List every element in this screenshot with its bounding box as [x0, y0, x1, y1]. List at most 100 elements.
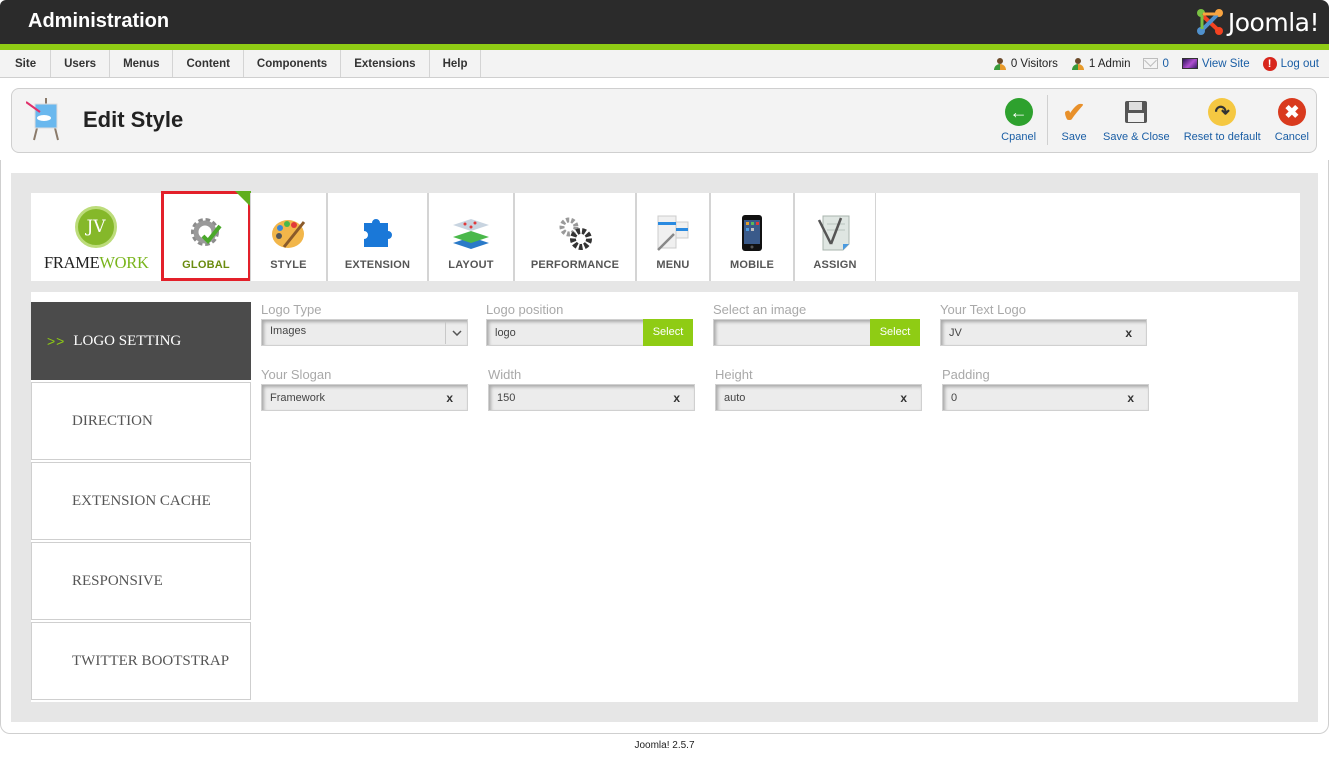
- visitors-count: 0 Visitors: [1010, 57, 1058, 70]
- clear-icon[interactable]: x: [673, 391, 680, 405]
- admin-menubar: Site Users Menus Content Components Exte…: [0, 50, 1329, 78]
- reset-arrow-icon: ↷: [1208, 98, 1237, 126]
- framework-tabs: JV FRAMEWORK GLOBAL STYLE EXTENSION LAYO…: [31, 191, 1300, 281]
- height-field: Height auto x: [715, 367, 922, 411]
- slogan-label: Your Slogan: [261, 367, 332, 382]
- cancel-x-icon: ✖: [1277, 98, 1306, 126]
- padding-input[interactable]: 0 x: [942, 384, 1149, 411]
- select-image-input[interactable]: Select: [713, 319, 920, 346]
- page-toolbar: Edit Style ← Cpanel ✔ Save Save & Close …: [11, 88, 1317, 153]
- padding-label: Padding: [942, 367, 990, 382]
- width-label: Width: [488, 367, 522, 382]
- padding-field: Padding 0 x: [942, 367, 1149, 411]
- clear-icon[interactable]: x: [900, 391, 907, 405]
- checkmark-icon: ✔: [1062, 96, 1086, 128]
- height-value: auto: [724, 392, 746, 404]
- joomla-logo[interactable]: Joomla!: [1195, 6, 1320, 38]
- jv-badge: JV: [75, 206, 117, 248]
- menu-content[interactable]: Content: [173, 50, 244, 77]
- admin-header: Administration Joomla!: [0, 0, 1329, 44]
- width-field: Width 150 x: [488, 367, 695, 411]
- logo-position-label: Logo position: [486, 302, 564, 317]
- visitors-status: 0 Visitors: [993, 57, 1058, 70]
- tab-menu-label: MENU: [656, 259, 690, 271]
- tab-menu[interactable]: MENU: [636, 193, 710, 281]
- logo-position-input[interactable]: logo Select: [486, 319, 693, 346]
- height-input[interactable]: auto x: [715, 384, 922, 411]
- width-input[interactable]: 150 x: [488, 384, 695, 411]
- admins-count: 1 Admin: [1088, 57, 1131, 70]
- menu-extensions[interactable]: Extensions: [341, 50, 430, 77]
- clear-icon[interactable]: x: [1127, 391, 1134, 405]
- nav-logo-setting[interactable]: >> LOGO SETTING: [31, 302, 251, 380]
- text-logo-input[interactable]: JV x: [940, 319, 1147, 346]
- tab-performance-label: PERFORMANCE: [530, 259, 620, 271]
- reset-default-label: Reset to default: [1183, 131, 1261, 143]
- tab-mobile[interactable]: MOBILE: [710, 193, 794, 281]
- visitors-icon: [993, 57, 1007, 70]
- logo-type-select[interactable]: Images: [261, 319, 468, 346]
- menu-help[interactable]: Help: [430, 50, 482, 77]
- tab-performance[interactable]: PERFORMANCE: [514, 193, 636, 281]
- nav-twitter-bootstrap[interactable]: TWITTER BOOTSTRAP: [31, 622, 251, 700]
- messages-link[interactable]: 0: [1143, 57, 1169, 70]
- tab-extension[interactable]: EXTENSION: [327, 193, 428, 281]
- logo-type-label: Logo Type: [261, 302, 322, 317]
- logo-type-field: Logo Type Images: [261, 302, 468, 346]
- logo-type-value: Images: [270, 325, 307, 337]
- reset-default-button[interactable]: ↷ Reset to default: [1177, 89, 1268, 152]
- settings-panel: >> LOGO SETTING DIRECTION EXTENSION CACH…: [31, 292, 1298, 702]
- slogan-input[interactable]: Framework x: [261, 384, 468, 411]
- active-corner-icon: [235, 191, 251, 207]
- menu-site[interactable]: Site: [0, 50, 52, 77]
- joomla-wordmark: Joomla!: [1227, 7, 1320, 37]
- padding-value: 0: [951, 392, 958, 404]
- tab-mobile-label: MOBILE: [730, 259, 774, 271]
- tab-extension-label: EXTENSION: [344, 259, 411, 271]
- save-close-button[interactable]: Save & Close: [1096, 89, 1177, 152]
- cancel-button[interactable]: ✖ Cancel: [1268, 89, 1316, 152]
- nav-logo-setting-label: LOGO SETTING: [73, 332, 182, 349]
- tab-global[interactable]: GLOBAL: [161, 191, 251, 281]
- nav-responsive[interactable]: RESPONSIVE: [31, 542, 251, 620]
- palette-icon: [271, 220, 305, 248]
- toolbar-buttons: ← Cpanel ✔ Save Save & Close ↷ Reset to …: [994, 89, 1316, 152]
- view-site-link[interactable]: View Site: [1181, 57, 1250, 70]
- cpanel-button[interactable]: ← Cpanel: [994, 89, 1043, 152]
- text-logo-value: JV: [949, 327, 962, 339]
- select-image-label: Select an image: [713, 302, 807, 317]
- menu-users[interactable]: Users: [51, 50, 111, 77]
- menu-menus[interactable]: Menus: [110, 50, 174, 77]
- toolbar-separator: [1047, 95, 1049, 145]
- cpanel-label: Cpanel: [1001, 131, 1037, 143]
- view-site-label: View Site: [1201, 57, 1250, 70]
- save-button[interactable]: ✔ Save: [1052, 89, 1096, 152]
- logout-icon: !: [1262, 56, 1277, 71]
- tab-style[interactable]: STYLE: [250, 193, 327, 281]
- nav-twitter-bootstrap-label: TWITTER BOOTSTRAP: [72, 652, 230, 669]
- settings-sidenav: >> LOGO SETTING DIRECTION EXTENSION CACH…: [31, 302, 251, 702]
- slogan-field: Your Slogan Framework x: [261, 367, 468, 411]
- logout-link[interactable]: ! Log out: [1262, 56, 1319, 71]
- nav-extension-cache[interactable]: EXTENSION CACHE: [31, 462, 251, 540]
- tab-assign[interactable]: ASSIGN: [794, 193, 876, 281]
- phone-icon: [742, 215, 762, 251]
- view-site-icon: [1181, 58, 1198, 69]
- tab-layout[interactable]: LAYOUT: [428, 193, 514, 281]
- text-logo-label: Your Text Logo: [940, 302, 1027, 317]
- logo-position-select-button[interactable]: Select: [643, 319, 693, 346]
- chevron-down-icon[interactable]: [445, 322, 467, 344]
- menu-components[interactable]: Components: [244, 50, 342, 77]
- logout-label: Log out: [1280, 57, 1319, 70]
- floppy-disk-icon: [1125, 101, 1148, 123]
- status-bar: 0 Visitors 1 Admin 0 View Site ! Log out: [993, 50, 1319, 77]
- menu-edit-icon: [657, 215, 689, 251]
- clear-icon[interactable]: x: [1125, 326, 1132, 340]
- save-label: Save: [1061, 131, 1087, 143]
- clear-icon[interactable]: x: [446, 391, 453, 405]
- jv-framework-logo: JV FRAMEWORK: [31, 193, 161, 281]
- gears-icon: [559, 217, 592, 250]
- nav-direction[interactable]: DIRECTION: [31, 382, 251, 460]
- select-image-button[interactable]: Select: [870, 319, 920, 346]
- messages-count: 0: [1162, 57, 1169, 70]
